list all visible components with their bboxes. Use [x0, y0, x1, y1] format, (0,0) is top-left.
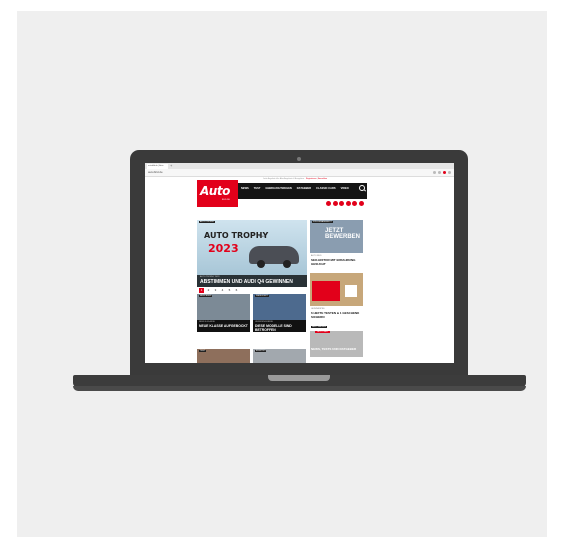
nav-item-gebrauchtwagen[interactable]: GEBRAUCHTWAGEN — [265, 187, 291, 190]
article-card[interactable]: ELEKTRO — [253, 349, 306, 363]
youtube-icon[interactable] — [352, 201, 357, 206]
utility-text: Jetzt Angebot aller Abo-Angebote & Ausga… — [263, 178, 305, 180]
url-text[interactable]: autobild.de — [148, 170, 163, 175]
register-link[interactable]: Registrieren — [306, 178, 317, 180]
hero-pager: 1 2 3 4 5 6 — [199, 288, 239, 293]
login-link[interactable]: Anmelden — [318, 178, 327, 180]
magazine-label: JETZT NEU — [315, 331, 330, 333]
article-tag: TEST — [199, 350, 207, 352]
extension-icon[interactable] — [438, 171, 441, 174]
pinterest-icon[interactable] — [339, 201, 344, 206]
pager-item[interactable]: 5 — [227, 288, 232, 293]
tiktok-icon[interactable] — [345, 201, 351, 206]
pager-item[interactable]: 4 — [220, 288, 225, 293]
address-bar[interactable]: autobild.de — [145, 169, 454, 177]
article-tag: ELEKTRO — [255, 350, 267, 352]
logo-text: Auto — [200, 184, 230, 198]
social-icons — [326, 201, 364, 206]
article-image — [253, 294, 306, 320]
jobs-title[interactable]: SEO-EDITOR MIT ERFAHRUNG GESUCHT — [311, 258, 363, 266]
hero-caption: AUTO TROPHY 2023 ABSTIMMEN UND AUDI Q4 G… — [197, 275, 307, 287]
facebook-icon[interactable] — [326, 201, 331, 206]
jobs-kicker: AUTO BILD — [311, 255, 322, 257]
car-image — [249, 246, 299, 268]
search-icon[interactable] — [359, 185, 365, 191]
utility-bar: Jetzt Angebot aller Abo-Angebote & Ausga… — [263, 178, 328, 180]
jobs-ad-text: JETZT BEWERBEN — [325, 228, 361, 240]
article-caption: LIEFERENGPÄSSE DIESE MODELLE SIND BETROF… — [253, 320, 306, 332]
product-kicker: GEWINNSPIEL — [311, 308, 325, 310]
article-card[interactable]: MERCEDES NEUE E-KLASSE NEUE KLASSE AUFGE… — [197, 294, 250, 332]
toolbar-icons — [433, 171, 451, 174]
extension-icon[interactable] — [433, 171, 436, 174]
qr-code-icon — [345, 285, 357, 297]
article-kicker: NEUE E-KLASSE — [199, 321, 215, 323]
product-title[interactable]: 6 HEFTE TESTEN & 1 GESCHENK SICHERN — [311, 311, 363, 319]
site-logo[interactable]: Auto BILD.DE — [197, 180, 238, 207]
pager-item[interactable]: 1 — [199, 288, 204, 293]
nav-item-test[interactable]: TEST — [254, 187, 261, 190]
pager-item[interactable]: 6 — [234, 288, 239, 293]
jobs-ad[interactable]: STELLENANGEBOT JETZT BEWERBEN — [310, 220, 363, 253]
nav-item-classic-cars[interactable]: CLASSIC CARS — [316, 187, 335, 190]
laptop-base-edge — [73, 386, 526, 391]
logo-subtext: BILD.DE — [222, 199, 230, 201]
main-nav: NEWS TEST GEBRAUCHTWAGEN RATGEBER CLASSI… — [241, 187, 349, 190]
article-caption: NEUE E-KLASSE NEUE KLASSE AUFGEBOCKT — [197, 320, 250, 332]
article-tag: WERKSTATT — [255, 295, 270, 297]
nav-item-video[interactable]: VIDEO — [341, 187, 349, 190]
hero-teaser[interactable]: AUTO TROPHY AUTO TROPHY 2023 1. PREIS AU… — [197, 220, 307, 287]
camera-icon — [297, 157, 301, 161]
pager-item[interactable]: 2 — [206, 288, 211, 293]
magazine-image[interactable] — [310, 331, 363, 357]
pager-item[interactable]: 3 — [213, 288, 218, 293]
product-image[interactable] — [310, 273, 363, 306]
magazine-tag: HEFT KAUFEN — [311, 326, 327, 328]
product-box — [312, 281, 340, 301]
article-image — [197, 294, 250, 320]
nav-item-news[interactable]: NEWS — [241, 187, 249, 190]
prize-badge: 1. PREIS — [257, 236, 266, 238]
notification-icon[interactable] — [443, 171, 446, 174]
article-card[interactable]: TEST — [197, 349, 250, 363]
hero-headline[interactable]: ABSTIMMEN UND AUDI Q4 GEWINNEN — [200, 279, 293, 285]
hero-tag: AUTO TROPHY — [199, 221, 216, 223]
instagram-icon[interactable] — [332, 201, 338, 206]
rss-icon[interactable] — [358, 201, 364, 206]
trophy-year: 2023 — [208, 242, 239, 255]
jobs-tag: STELLENANGEBOT — [312, 221, 333, 223]
menu-icon[interactable] — [448, 171, 451, 174]
laptop-screen: autobild.de | Auto + autobild.de Jetzt A… — [145, 163, 454, 363]
article-title[interactable]: NEUE KLASSE AUFGEBOCKT — [199, 324, 249, 328]
hero-kicker: AUTO TROPHY 2023 — [200, 276, 220, 278]
laptop-notch — [268, 375, 330, 381]
article-title[interactable]: DIESE MODELLE SIND BETROFFEN — [255, 324, 305, 332]
article-tag: MERCEDES — [199, 295, 213, 297]
nav-item-ratgeber[interactable]: RATGEBER — [297, 187, 311, 190]
article-card[interactable]: WERKSTATT LIEFERENGPÄSSE DIESE MODELLE S… — [253, 294, 306, 332]
magazine-title[interactable]: NEWS, TESTS UND RATGEBER — [311, 347, 363, 352]
article-kicker: LIEFERENGPÄSSE — [255, 321, 274, 323]
